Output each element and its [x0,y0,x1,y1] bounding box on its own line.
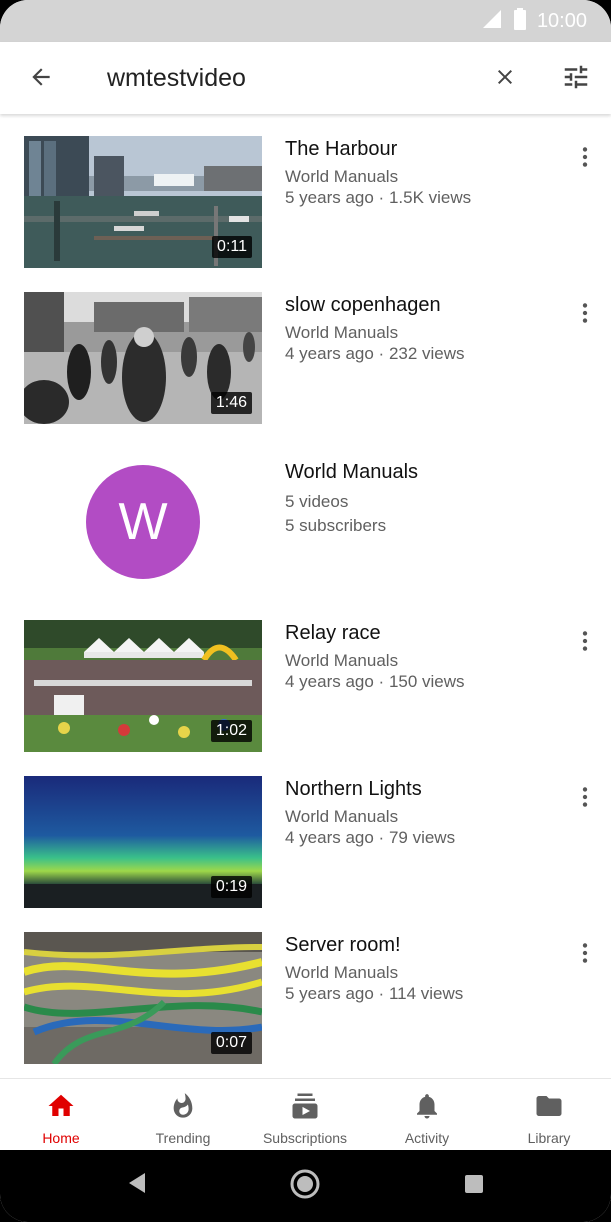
video-result[interactable]: 0:19 Northern Lights World Manuals 4 yea… [0,776,611,910]
more-vert-icon [572,784,598,815]
video-menu-button[interactable] [572,942,598,968]
nav-trending[interactable]: Trending [122,1079,244,1151]
recents-square-icon [464,1174,484,1199]
flame-icon [169,1091,197,1121]
video-result[interactable]: 1:02 Relay race World Manuals 4 years ag… [0,620,611,754]
video-title[interactable]: Northern Lights [285,776,422,802]
video-thumbnail[interactable]: 0:11 [24,136,262,268]
video-age-views: 4 years ago · 232 views [285,344,465,363]
video-age-views: 4 years ago · 150 views [285,672,465,691]
nav-subscriptions[interactable]: Subscriptions [244,1079,366,1151]
nav-label: Subscriptions [262,1130,348,1146]
video-menu-button[interactable] [572,146,598,172]
nav-library[interactable]: Library [488,1079,610,1151]
subscriptions-icon [290,1091,320,1121]
more-vert-icon [572,940,598,971]
video-title[interactable]: Server room! [285,932,401,958]
status-bar: 10:00 [0,0,611,42]
search-query-field[interactable]: wmtestvideo [107,62,246,94]
channel-name[interactable]: World Manuals [285,459,418,485]
video-title[interactable]: Relay race [285,620,381,646]
status-time: 10:00 [536,9,587,32]
video-menu-button[interactable] [572,302,598,328]
channel-video-count: 5 videos [285,492,349,511]
video-channel: World Manuals [285,167,399,186]
channel-avatar[interactable]: W [86,465,200,579]
phone-screen: 10:00 wmtestvideo 0:11 The Harbour World… [0,0,611,1222]
back-triangle-icon [127,1172,147,1199]
video-channel: World Manuals [285,651,399,670]
video-duration: 1:46 [210,392,252,414]
video-result[interactable]: 0:11 The Harbour World Manuals 5 years a… [0,136,611,270]
arrow-left-icon [28,64,54,95]
more-vert-icon [572,144,598,175]
video-title[interactable]: slow copenhagen [285,292,441,318]
system-recents-button[interactable] [462,1174,486,1198]
battery-icon [513,7,527,35]
video-age-views: 5 years ago · 114 views [285,984,464,1003]
video-thumbnail[interactable]: 1:46 [24,292,262,424]
system-home-button[interactable] [289,1169,321,1204]
video-duration: 1:02 [210,720,252,742]
channel-result[interactable]: W World Manuals 5 videos 5 subscribers [0,447,611,607]
video-duration: 0:19 [210,876,252,898]
nav-label: Trending [155,1130,211,1146]
home-icon [46,1091,76,1121]
nav-label: Library [527,1130,571,1146]
filter-button[interactable] [559,62,593,96]
video-thumbnail[interactable]: 0:07 [24,932,262,1064]
folder-icon [534,1091,564,1121]
video-thumbnail[interactable]: 0:19 [24,776,262,908]
close-icon [493,65,517,94]
system-navigation-bar [0,1150,611,1222]
video-menu-button[interactable] [572,630,598,656]
clear-search-button[interactable] [490,64,520,94]
video-age-views: 4 years ago · 79 views [285,828,456,847]
tune-icon [561,62,591,97]
video-result[interactable]: 1:46 slow copenhagen World Manuals 4 yea… [0,292,611,426]
more-vert-icon [572,300,598,331]
video-result[interactable]: 0:07 Server room! World Manuals 5 years … [0,932,611,1066]
video-channel: World Manuals [285,323,399,342]
home-circle-icon [290,1169,320,1204]
search-app-bar: wmtestvideo [0,42,611,114]
nav-label: Activity [404,1130,450,1146]
video-channel: World Manuals [285,963,399,982]
nav-activity[interactable]: Activity [366,1079,488,1151]
bottom-navigation: Home Trending Subscriptions Activity Lib… [0,1078,611,1151]
back-button[interactable] [26,64,56,94]
system-back-button[interactable] [124,1172,150,1198]
video-thumbnail[interactable]: 1:02 [24,620,262,752]
nav-home[interactable]: Home [0,1079,122,1151]
video-duration: 0:07 [210,1032,252,1054]
video-channel: World Manuals [285,807,399,826]
more-vert-icon [572,628,598,659]
signal-icon [481,8,503,35]
video-duration: 0:11 [212,236,252,258]
nav-label: Home [42,1130,80,1146]
video-title[interactable]: The Harbour [285,136,397,162]
bell-icon [412,1091,442,1121]
video-age-views: 5 years ago · 1.5K views [285,188,472,207]
video-menu-button[interactable] [572,786,598,812]
channel-subscriber-count: 5 subscribers [285,516,387,535]
